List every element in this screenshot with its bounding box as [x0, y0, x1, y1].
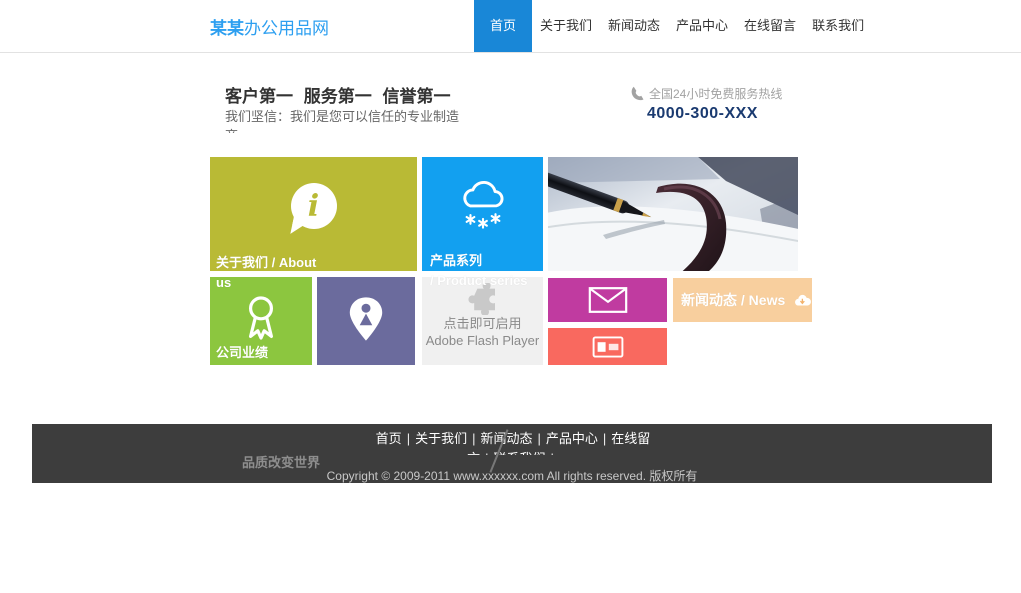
main-nav: 首页 关于我们 新闻动态 产品中心 在线留言 联系我们 — [474, 0, 872, 52]
tile-product-series[interactable]: 产品系列 / Product series — [422, 157, 543, 271]
footer-separator: | — [485, 451, 488, 455]
map-pin-icon — [317, 295, 415, 343]
footer-separator: | — [603, 431, 606, 446]
award-ribbon-icon — [210, 293, 312, 343]
info-speech-bubble-icon: i — [291, 183, 337, 229]
nav-news[interactable]: 新闻动态 — [600, 0, 668, 52]
tile-about-label: 关于我们 / About us — [216, 253, 342, 293]
hero-subtitle: 我们坚信：我们是您可以信任的专业制造商 — [225, 107, 461, 133]
copyright-text: Copyright © 2009-2011 www.xxxxxx.com All… — [32, 467, 992, 483]
footer: 首页|关于我们|新闻动态|产品中心|在线留言|联系我们| 品质改变世界 Copy… — [32, 424, 992, 483]
footer-separator: | — [472, 431, 475, 446]
phone-icon — [630, 86, 645, 101]
footer-link-products[interactable]: 产品中心 — [546, 431, 598, 446]
tile-contact-card[interactable] — [548, 328, 667, 365]
envelope-icon — [588, 286, 628, 314]
download-cloud-icon — [793, 287, 812, 313]
tile-products-label: 产品系列 / Product series — [430, 251, 542, 291]
flash-prompt-text: 点击即可启用 Adobe Flash Player — [422, 315, 543, 349]
footer-link-contact[interactable]: 联系我们 — [494, 451, 546, 455]
site-logo[interactable]: 某某办公用品网 — [210, 14, 329, 39]
tile-mail[interactable] — [548, 278, 667, 322]
nav-home[interactable]: 首页 — [474, 0, 532, 52]
snow-cloud-icon — [422, 179, 543, 231]
id-card-icon — [592, 334, 624, 360]
nav-about[interactable]: 关于我们 — [532, 0, 600, 52]
hero-title: 客户第一 服务第一 信誉第一 — [225, 82, 450, 107]
hotline-number: 4000-300-XXX — [647, 105, 782, 123]
nav-guestbook[interactable]: 在线留言 — [736, 0, 804, 52]
header: 某某办公用品网 首页 关于我们 新闻动态 产品中心 在线留言 联系我们 — [0, 0, 1021, 53]
logo-rest-part: 办公用品网 — [244, 19, 329, 38]
hotline-block: 全国24小时免费服务热线 4000-300-XXX — [630, 85, 782, 123]
nav-products[interactable]: 产品中心 — [668, 0, 736, 52]
tile-achievements-label: 公司业绩 — [216, 343, 312, 363]
footer-nav: 首页|关于我们|新闻动态|产品中心|在线留言|联系我们| — [373, 429, 653, 455]
footer-separator: | — [407, 431, 410, 446]
banner-photo-pen[interactable] — [548, 157, 798, 271]
pen-photo-art — [548, 157, 798, 271]
tile-news[interactable]: 新闻动态 / News — [673, 278, 812, 322]
footer-separator: | — [551, 451, 554, 455]
hotline-label: 全国24小时免费服务热线 — [649, 85, 782, 102]
footer-separator: | — [538, 431, 541, 446]
logo-bold-part: 某某 — [210, 19, 244, 38]
tile-about-us[interactable]: i 关于我们 / About us — [210, 157, 417, 271]
nav-contact[interactable]: 联系我们 — [804, 0, 872, 52]
footer-link-home[interactable]: 首页 — [376, 431, 402, 446]
tile-news-label: 新闻动态 / News — [681, 290, 785, 310]
page: 某某办公用品网 首页 关于我们 新闻动态 产品中心 在线留言 联系我们 客户第一… — [0, 0, 1021, 593]
footer-link-about[interactable]: 关于我们 — [415, 431, 467, 446]
